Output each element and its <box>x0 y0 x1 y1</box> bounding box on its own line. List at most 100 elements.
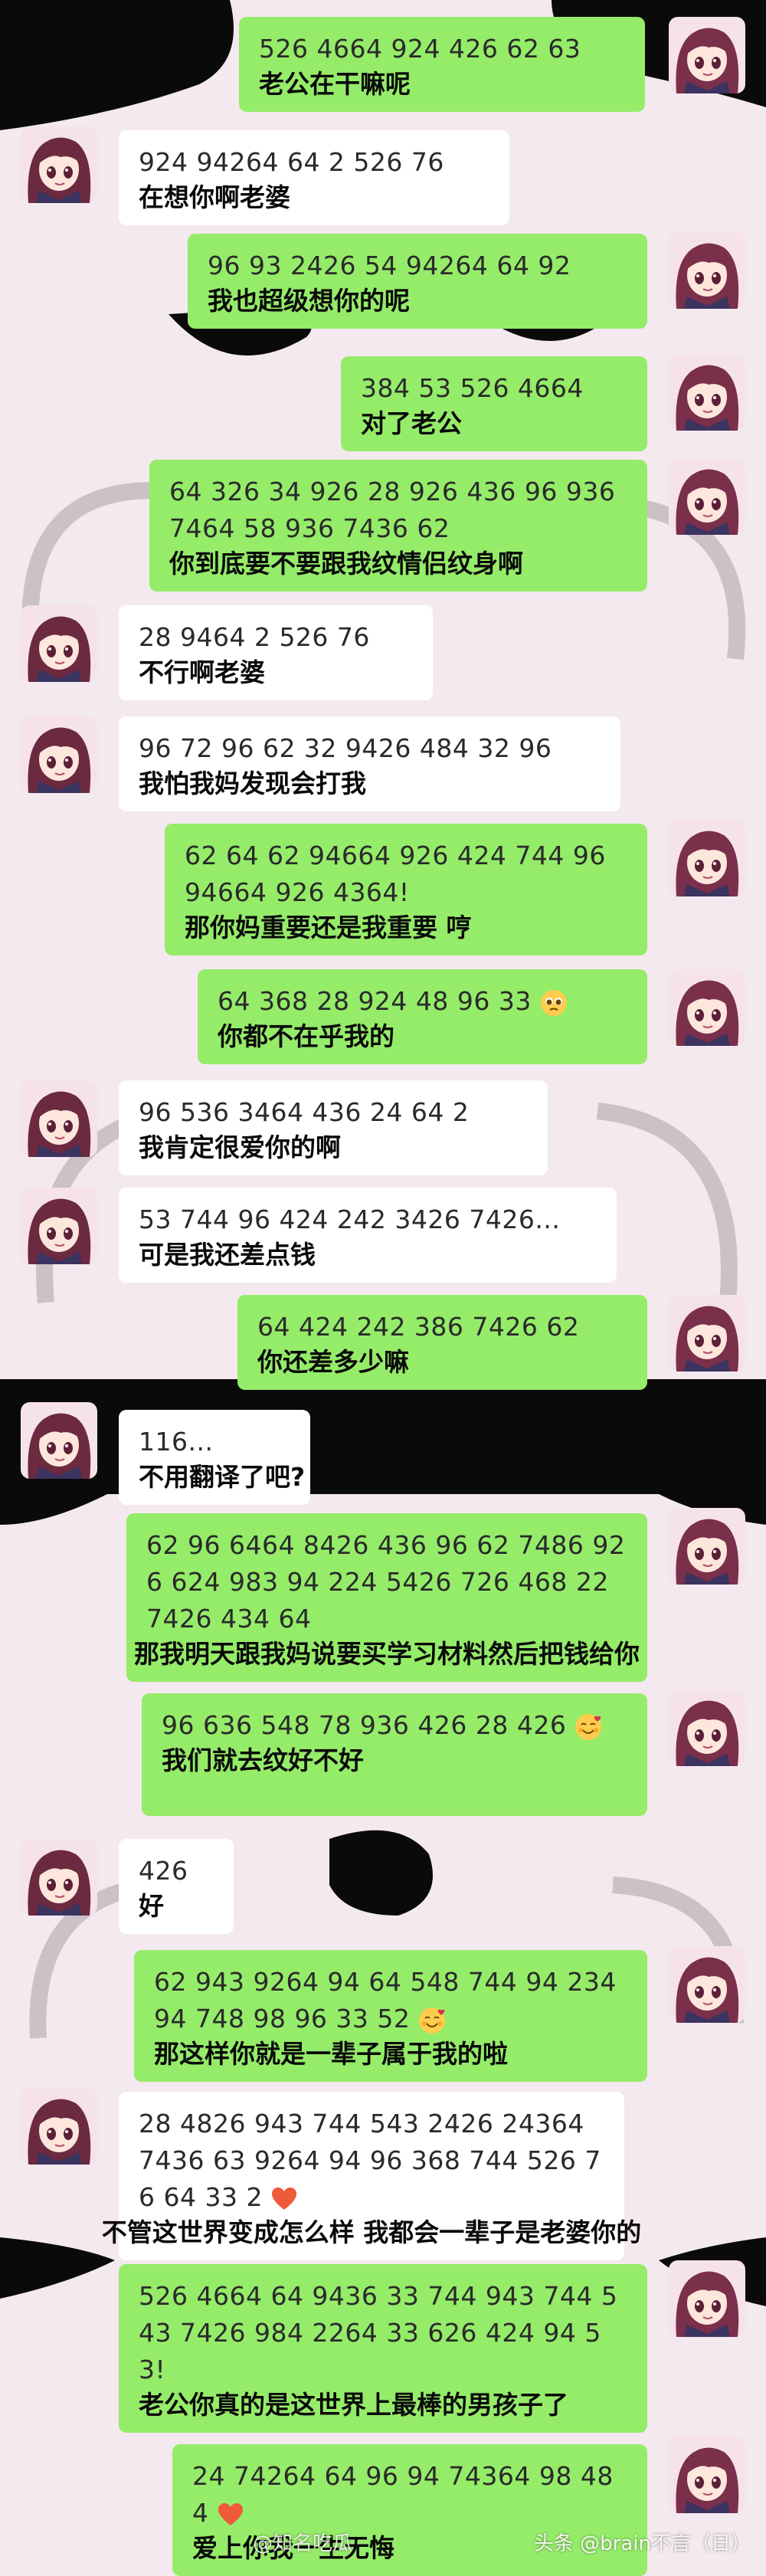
message-bubble[interactable]: 62 943 9264 94 64 548 744 94 234 94 748 … <box>134 1950 647 2082</box>
message-number-code: 96 636 548 78 936 426 28 426 <box>162 1707 627 1744</box>
message-bubble[interactable]: 64 424 242 386 7426 62 你还差多少嘛 <box>237 1295 647 1390</box>
contact-avatar[interactable] <box>21 1839 97 1916</box>
message-number-code: 24 74264 64 96 94 74364 98 484 <box>192 2458 627 2532</box>
message-translation-caption: 可是我还差点钱 <box>139 1240 316 1270</box>
self-avatar[interactable] <box>669 1508 745 1585</box>
heart-emoji <box>209 2498 244 2528</box>
message-number-code: 64 368 28 924 48 96 33 <box>218 983 627 1020</box>
self-avatar[interactable] <box>669 1295 745 1372</box>
message-number-text: 28 4826 943 744 543 2426 24364 7436 63 9… <box>139 2109 601 2212</box>
message-number-code: 96 93 2426 54 94264 64 92 <box>208 247 627 284</box>
contact-avatar[interactable] <box>21 1402 97 1479</box>
message-bubble[interactable]: 526 4664 64 9436 33 744 943 744 543 7426… <box>119 2264 647 2433</box>
contact-avatar[interactable] <box>21 2088 97 2165</box>
contact-avatar[interactable] <box>21 1080 97 1157</box>
self-avatar[interactable] <box>669 969 745 1046</box>
message-number-text: 384 53 526 4664 <box>361 373 584 403</box>
message-bubble[interactable]: 96 536 3464 436 24 64 2 我肯定很爱你的啊 <box>119 1080 548 1175</box>
message-bubble[interactable]: 64 368 28 924 48 96 33 你都不在乎我的 <box>198 969 647 1064</box>
message-translation-caption: 老公在干嘛呢 <box>259 69 411 99</box>
message-translation-caption: 你还差多少嘛 <box>257 1347 409 1377</box>
message-number-text: 64 326 34 926 28 926 436 96 936 7464 58 … <box>169 477 624 543</box>
message-translation-caption: 你都不在乎我的 <box>218 1021 394 1051</box>
message-number-text: 924 94264 64 2 526 76 <box>139 147 444 177</box>
chat-message-list[interactable]: 526 4664 924 426 62 63 老公在干嘛呢 924 94264 6… <box>0 0 766 2576</box>
message-number-text: 96 636 548 78 936 426 28 426 <box>162 1710 567 1740</box>
message-bubble[interactable]: 526 4664 924 426 62 63 老公在干嘛呢 <box>239 17 645 112</box>
message-number-text: 116... <box>139 1427 214 1457</box>
message-number-code: 526 4664 924 426 62 63 <box>259 31 625 67</box>
message-bubble[interactable]: 96 93 2426 54 94264 64 92 我也超级想你的呢 <box>188 234 647 329</box>
contact-avatar[interactable] <box>21 1188 97 1264</box>
smiling-hearts-emoji <box>566 1710 602 1740</box>
message-number-code: 62 64 62 94664 926 424 744 96 94664 926 … <box>185 837 627 911</box>
message-translation-caption: 我肯定很爱你的啊 <box>139 1132 341 1162</box>
message-number-text: 526 4664 64 9436 33 744 943 744 543 7426… <box>139 2281 618 2384</box>
message-bubble[interactable]: 384 53 526 4664 对了老公 <box>341 356 647 451</box>
contact-avatar[interactable] <box>21 126 97 203</box>
message-translation-caption: 对了老公 <box>361 408 462 438</box>
message-bubble[interactable]: 53 744 96 424 242 3426 7426... 可是我还差点钱 <box>119 1188 617 1283</box>
contact-avatar[interactable] <box>21 605 97 682</box>
self-avatar[interactable] <box>669 232 745 309</box>
message-bubble[interactable]: 426 好 <box>119 1839 234 1934</box>
message-number-code: 53 744 96 424 242 3426 7426... <box>139 1201 597 1238</box>
message-number-text: 96 536 3464 436 24 64 2 <box>139 1097 470 1127</box>
message-translation-caption: 不行啊老婆 <box>139 657 265 687</box>
message-bubble[interactable]: 28 4826 943 744 543 2426 24364 7436 63 9… <box>102 2092 641 2260</box>
message-bubble[interactable]: 28 9464 2 526 76 不行啊老婆 <box>119 605 433 700</box>
smiling-hearts-emoji <box>410 2004 446 2034</box>
message-number-text: 96 72 96 62 32 9426 484 32 96 <box>139 733 552 763</box>
heart-emoji <box>263 2182 297 2212</box>
self-avatar[interactable] <box>669 2437 745 2513</box>
message-translation-caption: 在想你啊老婆 <box>139 182 290 212</box>
message-translation-caption: 那这样你就是一辈子属于我的啦 <box>154 2039 508 2069</box>
message-translation-caption: 我也超级想你的呢 <box>208 286 410 316</box>
message-bubble[interactable]: 62 96 6464 8426 436 96 62 7486 926 624 9… <box>126 1513 647 1682</box>
message-number-text: 24 74264 64 96 94 74364 98 484 <box>192 2461 614 2528</box>
message-number-code: 64 326 34 926 28 926 436 96 936 7464 58 … <box>169 474 627 547</box>
message-translation-caption: 不用翻译了吧? <box>139 1462 306 1492</box>
message-number-code: 924 94264 64 2 526 76 <box>139 144 489 181</box>
message-translation-caption: 你到底要不要跟我纹情侣纹身啊 <box>169 549 523 578</box>
self-avatar[interactable] <box>669 1689 745 1766</box>
message-bubble[interactable]: 116... 不用翻译了吧? <box>119 1410 310 1505</box>
self-avatar[interactable] <box>669 1946 745 2023</box>
message-number-text: 53 744 96 424 242 3426 7426... <box>139 1204 561 1234</box>
self-avatar[interactable] <box>669 17 745 93</box>
message-number-text: 28 9464 2 526 76 <box>139 622 370 652</box>
self-avatar[interactable] <box>669 820 745 896</box>
message-translation-caption: 老公你真的是这世界上最棒的男孩子了 <box>139 2390 568 2420</box>
message-translation-caption: 那你妈重要还是我重要 哼 <box>185 913 472 942</box>
message-number-code: 96 72 96 62 32 9426 484 32 96 <box>139 730 601 767</box>
message-number-text: 64 424 242 386 7426 62 <box>257 1312 580 1342</box>
message-bubble[interactable]: 96 636 548 78 936 426 28 426 我们就去纹好不好 <box>142 1693 647 1816</box>
message-bubble[interactable]: 96 72 96 62 32 9426 484 32 96 我怕我妈发现会打我 <box>119 716 620 811</box>
self-avatar[interactable] <box>669 458 745 535</box>
message-number-text: 62 64 62 94664 926 424 744 96 94664 926 … <box>185 841 614 907</box>
self-avatar[interactable] <box>669 2260 745 2337</box>
message-translation-caption: 不管这世界变成怎么样 我都会一辈子是老婆你的 <box>101 2217 642 2247</box>
message-number-code: 62 96 6464 8426 436 96 62 7486 926 624 9… <box>146 1527 627 1637</box>
message-number-text: 96 93 2426 54 94264 64 92 <box>208 251 571 280</box>
message-number-text: 426 <box>139 1856 188 1886</box>
message-bubble[interactable]: 24 74264 64 96 94 74364 98 484 爱上你我一生无悔 <box>172 2444 647 2576</box>
pleading-face-emoji <box>532 986 568 1016</box>
watermark-right: 头条 @brain不言（日） <box>533 2532 751 2555</box>
message-translation-caption: 好 <box>139 1891 164 1921</box>
message-number-text: 64 368 28 924 48 96 33 <box>218 986 532 1016</box>
message-bubble[interactable]: 64 326 34 926 28 926 436 96 936 7464 58 … <box>149 460 647 592</box>
self-avatar[interactable] <box>669 354 745 431</box>
message-number-code: 28 4826 943 744 543 2426 24364 7436 63 9… <box>139 2106 604 2216</box>
message-number-text: 62 943 9264 94 64 548 744 94 234 94 748 … <box>154 1967 625 2034</box>
message-number-code: 64 424 242 386 7426 62 <box>257 1309 627 1345</box>
message-translation-caption: 我怕我妈发现会打我 <box>139 769 366 798</box>
message-number-code: 426 <box>139 1853 214 1889</box>
message-number-code: 62 943 9264 94 64 548 744 94 234 94 748 … <box>154 1964 627 2037</box>
message-bubble[interactable]: 924 94264 64 2 526 76 在想你啊老婆 <box>119 130 509 225</box>
message-bubble[interactable]: 62 64 62 94664 926 424 744 96 94664 926 … <box>165 824 647 955</box>
message-translation-caption: 我们就去纹好不好 <box>162 1745 364 1775</box>
message-number-code: 116... <box>139 1424 290 1460</box>
watermark-left: @知名吃瓜 <box>253 2532 353 2555</box>
contact-avatar[interactable] <box>21 716 97 793</box>
